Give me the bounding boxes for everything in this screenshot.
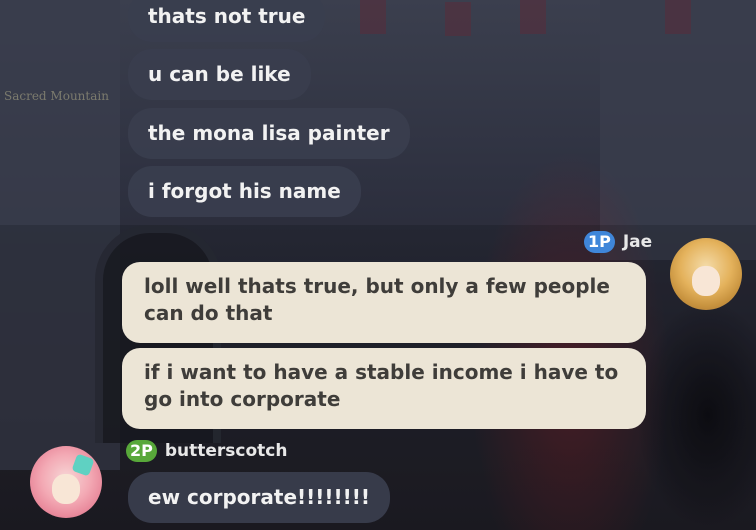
butterscotch-name-row: 2P butterscotch xyxy=(126,440,287,462)
location-label: Sacred Mountain xyxy=(4,89,109,103)
background-banner xyxy=(665,0,691,34)
chat-message-jae: loll well thats true, but only a few peo… xyxy=(122,262,646,343)
player-2-badge: 2P xyxy=(126,440,157,462)
butterscotch-avatar[interactable] xyxy=(30,446,102,518)
jae-name-row: 1P Jae xyxy=(584,231,652,253)
avatar-face xyxy=(52,474,80,504)
butterscotch-name: butterscotch xyxy=(164,441,288,461)
chat-message-butterscotch: ew corporate!!!!!!!! xyxy=(128,472,390,523)
background-banner xyxy=(520,0,546,34)
chat-message-other: the mona lisa painter xyxy=(128,108,410,159)
hair-clip-icon xyxy=(71,453,95,477)
jae-name: Jae xyxy=(622,232,653,252)
background-banner xyxy=(445,2,471,36)
chat-message-other: u can be like xyxy=(128,49,311,100)
jae-avatar[interactable] xyxy=(670,238,742,310)
chat-message-jae: if i want to have a stable income i have… xyxy=(122,348,646,429)
background-banner xyxy=(360,0,386,34)
avatar-face xyxy=(692,266,720,296)
chat-message-other: i forgot his name xyxy=(128,166,361,217)
player-1-badge: 1P xyxy=(584,231,615,253)
chat-message-other: thats not true xyxy=(128,0,326,42)
